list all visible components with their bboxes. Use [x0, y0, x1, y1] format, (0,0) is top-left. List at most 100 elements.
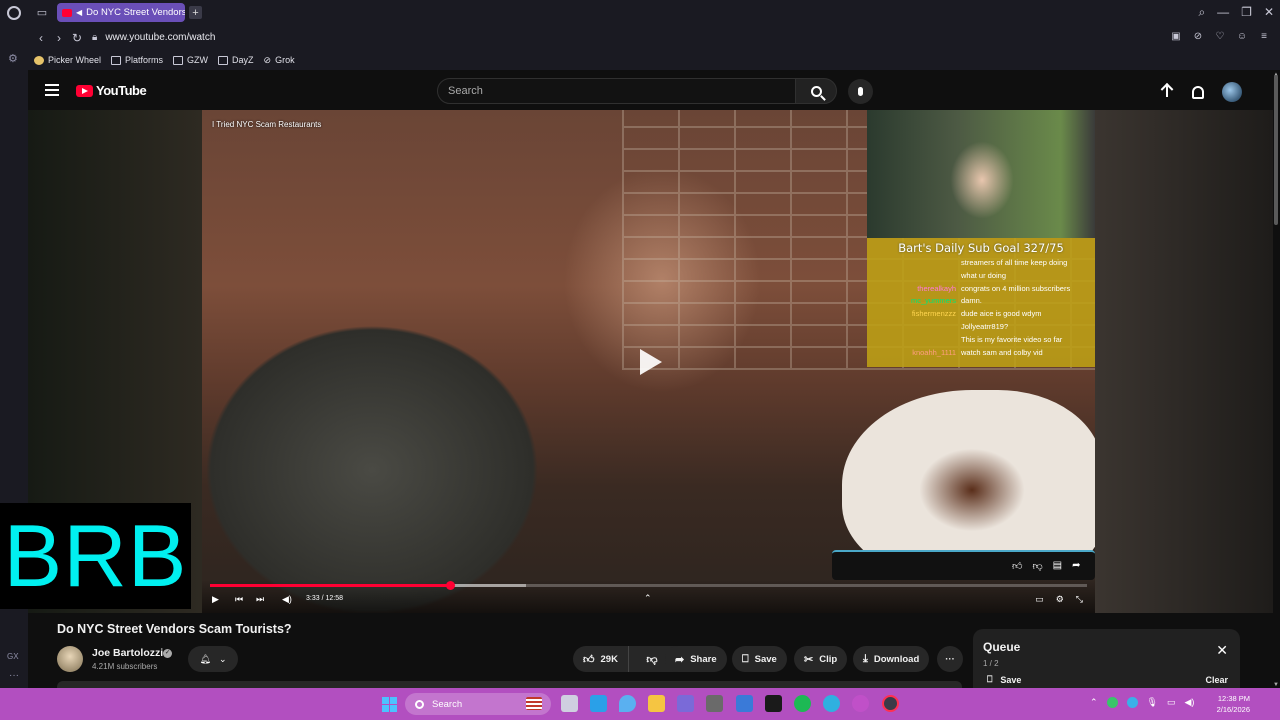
tab-youtube[interactable]: ◀ Do NYC Street Vendors — [57, 3, 185, 22]
voice-search-button[interactable] — [848, 79, 873, 104]
channel-name[interactable]: Joe Bartolozzi — [92, 647, 163, 659]
queue-title: Queue — [983, 640, 1021, 654]
account-avatar[interactable] — [1222, 82, 1242, 102]
bookmark-picker-wheel[interactable]: Picker Wheel — [34, 55, 101, 65]
guide-menu-icon[interactable] — [45, 84, 59, 96]
bookmark-dayz[interactable]: DayZ — [218, 55, 254, 65]
youtube-logo[interactable]: YouTube — [76, 83, 147, 98]
subscriber-count: 4.21M subscribers — [92, 662, 158, 671]
previous-icon[interactable]: ⏮ — [235, 594, 243, 605]
chat-line: fishermenzzz dude aice is good wdym — [873, 308, 1089, 321]
opera-gx-icon[interactable] — [882, 695, 899, 712]
taskbar-clock[interactable]: 12:38 PM 2/16/2026 — [1212, 693, 1250, 715]
close-window-button[interactable]: ✕ — [1264, 4, 1274, 20]
close-queue-button[interactable]: ✕ — [1216, 643, 1228, 657]
save-button[interactable]: ⎕ Save — [732, 646, 787, 672]
minimize-button[interactable]: — — [1217, 4, 1229, 20]
share-icon: ➦ — [675, 653, 685, 666]
notifications-bell-icon[interactable] — [1192, 85, 1204, 99]
ambient-background-right — [1095, 110, 1273, 613]
microphone-icon[interactable]: 🎙︎ — [1147, 697, 1158, 708]
youtube-play-logo-icon — [76, 84, 93, 97]
speaker-icon[interactable]: ◀ — [76, 8, 82, 17]
snapshot-icon[interactable]: ▣ — [1170, 31, 1182, 43]
forward-button[interactable]: › — [50, 31, 68, 45]
search-button[interactable] — [795, 78, 837, 104]
bookmark-grok[interactable]: ⊘ Grok — [264, 55, 295, 66]
account-icon[interactable]: ☺ — [1236, 31, 1248, 43]
workspaces-icon[interactable]: ▭ — [35, 6, 49, 20]
search-tabs-icon[interactable]: ⌕ — [1198, 4, 1205, 20]
app-icon[interactable] — [852, 695, 869, 712]
sidebar-bot-icon[interactable]: ⚙ — [8, 52, 18, 65]
share-button[interactable]: ➦ Share — [665, 646, 727, 672]
wheel-icon — [34, 55, 44, 65]
lock-icon[interactable]: 🔒︎ — [92, 32, 97, 43]
progress-bar[interactable] — [210, 581, 1087, 590]
progress-scrubber[interactable] — [446, 581, 456, 590]
channel-avatar[interactable] — [57, 646, 83, 672]
opera-logo-icon[interactable] — [7, 5, 21, 20]
like-icon[interactable]: 👍︎ — [1012, 560, 1022, 572]
sidebar-gx-label[interactable]: GX — [7, 652, 19, 661]
store-icon[interactable] — [590, 695, 607, 712]
more-actions-button[interactable]: ··· — [937, 646, 963, 672]
like-button[interactable]: 👍︎ 29K — [573, 646, 629, 672]
chat-message: dude aice is good wdym — [961, 309, 1042, 319]
droplet-app-icon[interactable] — [619, 695, 636, 712]
dislike-icon[interactable]: 👎︎ — [1032, 560, 1042, 572]
network-icon[interactable]: ▭ — [1167, 697, 1176, 708]
bookmark-heart-icon[interactable]: ♡ — [1214, 31, 1226, 43]
description-box[interactable] — [57, 681, 962, 688]
share-icon[interactable]: ➦ — [1072, 560, 1080, 572]
spotify-icon[interactable] — [794, 695, 811, 712]
play-icon[interactable]: ▶ — [212, 594, 219, 605]
thumbs-down-icon: 👎︎ — [646, 653, 658, 666]
tray-app-icon[interactable] — [1106, 697, 1118, 708]
menu-icon[interactable]: ≡ — [1258, 31, 1270, 43]
chevron-up-icon[interactable]: ⌃ — [644, 593, 652, 604]
restore-button[interactable]: ❐ — [1241, 4, 1252, 20]
comment-icon[interactable]: ▤ — [1053, 560, 1062, 572]
volume-icon[interactable]: ◀) — [282, 594, 292, 605]
bookmark-platforms[interactable]: Platforms — [111, 55, 163, 65]
clip-button[interactable]: ✂ Clip — [794, 646, 848, 672]
chat-username: therealkayh — [917, 283, 956, 293]
stream-chat-overlay: Bart's Daily Sub Goal 327/75 streamers o… — [867, 238, 1095, 367]
reload-button[interactable]: ↻ — [68, 31, 86, 45]
new-tab-button[interactable]: + — [189, 6, 202, 19]
subscribed-notifications-button[interactable]: 🔔︎ ⌄ — [188, 646, 238, 672]
volume-icon[interactable]: ◀) — [1185, 697, 1195, 708]
queue-clear-button[interactable]: Clear — [1205, 675, 1228, 685]
edge-icon[interactable] — [823, 695, 840, 712]
center-play-icon[interactable] — [640, 349, 662, 375]
capcut-icon[interactable] — [765, 695, 782, 712]
exit-fullscreen-icon[interactable]: ⤡ — [1076, 594, 1083, 605]
subtitles-icon[interactable]: ▭ — [1035, 594, 1044, 605]
back-button[interactable]: ‹ — [32, 31, 50, 45]
chat-message: what ur doing — [961, 270, 1007, 280]
scroll-thumb[interactable] — [1274, 75, 1278, 225]
chevron-up-icon[interactable]: ⌃ — [1090, 697, 1098, 708]
file-explorer-icon[interactable] — [648, 695, 665, 712]
adblock-icon[interactable]: ⊘ — [1192, 31, 1204, 43]
settings-gear-icon[interactable]: ⚙ — [1056, 594, 1064, 605]
chat-username: mc_yummers — [910, 296, 956, 306]
terminal-icon[interactable] — [706, 695, 723, 712]
upload-icon[interactable] — [1160, 84, 1174, 100]
next-icon[interactable]: ⏭ — [256, 594, 264, 605]
notepad-icon[interactable] — [736, 695, 753, 712]
search-input[interactable]: Search — [437, 78, 796, 104]
url-field[interactable]: www.youtube.com/watch — [105, 32, 215, 43]
sidebar-more-icon[interactable]: ··· — [9, 670, 19, 681]
dislike-button[interactable]: 👎︎ — [635, 646, 669, 672]
tray-app-icon-2[interactable] — [1126, 697, 1138, 708]
bookmark-gzw[interactable]: GZW — [173, 55, 208, 65]
queue-save-button[interactable]: ⎕ Save — [987, 674, 1021, 685]
video-player[interactable]: I Tried NYC Scam Restaurants Bart's Dail… — [202, 110, 1095, 613]
page-scrollbar[interactable]: ▲ ▼ — [1273, 72, 1280, 688]
task-view-icon[interactable] — [561, 695, 578, 712]
download-button[interactable]: ⤓ Download — [853, 646, 930, 672]
calculator-icon[interactable] — [677, 695, 694, 712]
windows-start-icon[interactable] — [382, 697, 397, 712]
